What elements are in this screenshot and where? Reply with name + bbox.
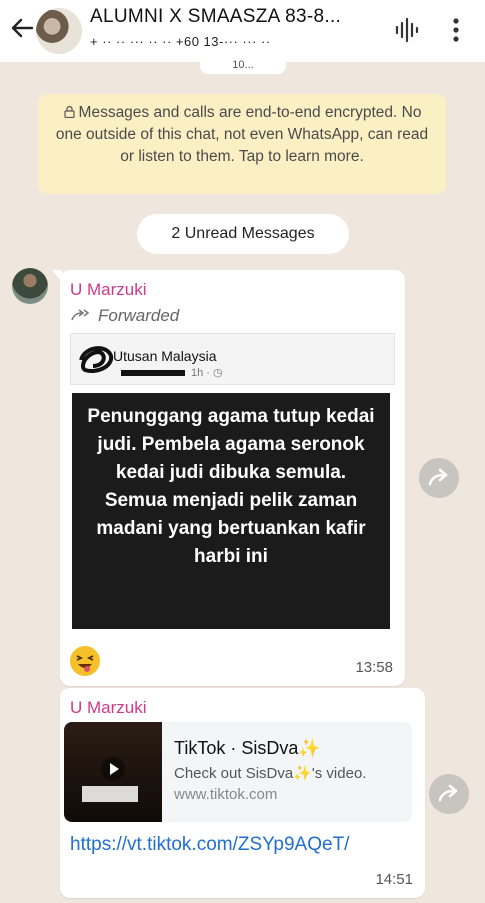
encryption-notice[interactable]: Messages and calls are end-to-end encryp… [38,94,446,194]
link-preview-title: TikTok · SisDva✨ [174,738,321,758]
forwarded-post-image[interactable]: Utusan Malaysia 1h · ◷ Penunggang agama … [70,333,395,629]
thumbnail-caption-box [82,786,138,802]
more-options-icon[interactable] [448,15,464,45]
date-chip: 10... [200,58,286,74]
sender-name[interactable]: U Marzuki [70,698,147,718]
group-participants[interactable]: + ·· ·· ··· ·· ·· +60 13-··· ··· ·· [90,34,271,49]
link-preview-card[interactable]: TikTok · SisDva✨ Check out SisDva✨'s vid… [64,722,412,822]
forwarded-label: Forwarded [70,306,179,326]
message-time: 13:58 [355,659,393,676]
sender-name[interactable]: U Marzuki [70,280,147,300]
forwarded-icon [71,309,90,321]
message-bubble[interactable]: U Marzuki TikTok · SisDva✨ Check out Sis… [60,688,425,898]
redacted-avatar-scribble [79,346,114,373]
link-preview-url: www.tiktok.com [174,786,278,803]
post-time: 1h · ◷ [191,367,223,379]
voice-call-icon[interactable] [394,17,420,43]
forward-share-icon[interactable] [429,774,469,814]
chat-header: ALUMNI X SMAASZA 83-8... + ·· ·· ··· ·· … [0,0,485,62]
lock-icon [63,105,75,118]
chat-area[interactable]: 10... Messages and calls are end-to-end … [0,58,485,903]
back-arrow-icon[interactable] [8,14,36,42]
post-image-text: Penunggang agama tutup kedai judi. Pembe… [72,393,390,629]
message-time: 14:51 [375,871,413,888]
message-link[interactable]: https://vt.tiktok.com/ZSYp9AQeT/ [70,834,349,856]
group-avatar[interactable] [36,8,82,54]
play-icon [101,757,125,781]
group-title[interactable]: ALUMNI X SMAASZA 83-8... [90,6,341,28]
post-source: Utusan Malaysia [113,348,217,364]
encryption-text: Messages and calls are end-to-end encryp… [55,104,429,165]
video-thumbnail[interactable] [64,722,162,822]
redacted-text [121,370,185,376]
post-header: Utusan Malaysia 1h · ◷ [70,333,395,385]
link-preview-description: Check out SisDva✨'s video. [174,765,367,782]
zany-face-emoji-icon [70,646,100,676]
forward-share-icon[interactable] [419,458,459,498]
forwarded-text: Forwarded [98,306,180,325]
unread-messages-badge: 2 Unread Messages [137,214,349,254]
message-bubble[interactable]: U Marzuki Forwarded Utusan Malaysia 1h ·… [60,270,405,686]
sender-avatar[interactable] [12,268,48,304]
